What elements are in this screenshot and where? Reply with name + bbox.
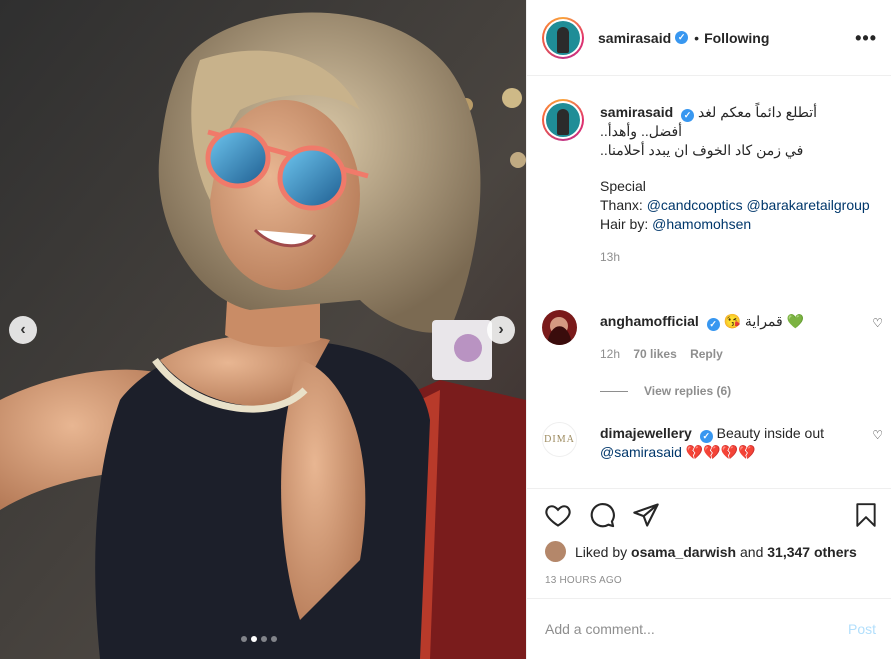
like-comment-heart-icon[interactable]: ♡ bbox=[872, 428, 883, 442]
caption-line: Hair by: bbox=[600, 216, 649, 232]
liker-avatar[interactable] bbox=[545, 541, 566, 562]
chevron-right-icon: › bbox=[498, 321, 504, 338]
author-avatar[interactable] bbox=[542, 16, 584, 59]
author-username[interactable]: samirasaid bbox=[598, 30, 671, 46]
carousel-dot-active bbox=[251, 636, 257, 642]
kiss-emoji-icon: 😘 bbox=[723, 313, 742, 329]
view-replies-label: View replies (6) bbox=[644, 384, 732, 398]
caption-line: في زمن كاد الخوف ان يبدد أحلامنا.. bbox=[600, 142, 804, 158]
post-timestamp[interactable]: 13 HOURS AGO bbox=[545, 575, 622, 586]
comment: DIMA dimajewellery ✓ Beauty inside out @… bbox=[542, 422, 887, 488]
post-header: samirasaid ✓ • Following ••• bbox=[527, 0, 891, 76]
mention-link[interactable]: @candcooptics bbox=[647, 197, 743, 213]
comment-username[interactable]: dimajewellery bbox=[600, 425, 692, 441]
separator-bullet: • bbox=[694, 29, 700, 46]
following-button[interactable]: Following bbox=[704, 30, 769, 46]
comment-likes[interactable]: 70 likes bbox=[633, 347, 676, 361]
next-slide-button[interactable]: › bbox=[487, 316, 515, 344]
caption-time[interactable]: 13h bbox=[600, 248, 880, 267]
verified-badge-icon: ✓ bbox=[681, 109, 695, 122]
post-panel: samirasaid ✓ • Following ••• samirasaid … bbox=[526, 0, 891, 659]
view-replies-button[interactable]: View replies (6) bbox=[600, 384, 731, 398]
broken-heart-emoji-icon: 💔💔💔💔 bbox=[685, 444, 756, 460]
caption-username[interactable]: samirasaid bbox=[600, 104, 673, 120]
post-actions: Liked by osama_darwish and 31,347 others… bbox=[527, 488, 891, 598]
share-paper-plane-icon[interactable] bbox=[632, 501, 660, 529]
mention-link[interactable]: @barakaretailgroup bbox=[747, 197, 870, 213]
green-heart-emoji-icon: 💚 bbox=[786, 313, 805, 329]
verified-badge-icon: ✓ bbox=[706, 318, 720, 331]
like-heart-icon[interactable] bbox=[544, 501, 572, 529]
comments-list[interactable]: samirasaid ✓ أتطلع دائماً معكم لغد أفضل.… bbox=[527, 77, 891, 488]
comment-input[interactable] bbox=[545, 621, 848, 637]
liked-by: Liked by osama_darwish and 31,347 others bbox=[545, 541, 857, 562]
carousel-dot bbox=[241, 636, 247, 642]
mention-link[interactable]: @hamomohsen bbox=[652, 216, 751, 232]
post-comment-button[interactable]: Post bbox=[848, 621, 876, 637]
liked-by-conj: and bbox=[740, 543, 764, 560]
verified-badge-icon: ✓ bbox=[675, 31, 689, 44]
carousel-dot bbox=[261, 636, 267, 642]
comment-text: Beauty inside out bbox=[716, 425, 825, 441]
save-bookmark-icon[interactable] bbox=[853, 501, 879, 529]
comment-time[interactable]: 12h bbox=[600, 347, 620, 361]
caption-line: أتطلع دائماً معكم لغد bbox=[697, 104, 818, 120]
likes-others-count[interactable]: 31,347 others bbox=[767, 544, 857, 560]
caption-line: Thanx: bbox=[600, 197, 643, 213]
post-media[interactable]: ‹ › bbox=[0, 0, 526, 659]
commenter-avatar[interactable]: DIMA bbox=[542, 422, 577, 457]
comment-text: قمراية bbox=[744, 313, 783, 329]
comment-username[interactable]: anghamofficial bbox=[600, 313, 699, 329]
replies-divider-line bbox=[600, 390, 628, 392]
caption-line: أفضل.. وأهدأ.. bbox=[600, 123, 683, 139]
comment: anghamofficial ✓ 😘 قمراية 💚 ♡ 12h 70 lik… bbox=[542, 310, 887, 400]
more-options-icon[interactable]: ••• bbox=[855, 28, 877, 49]
comment-bubble-icon[interactable] bbox=[588, 501, 616, 529]
reply-button[interactable]: Reply bbox=[690, 347, 723, 361]
chevron-left-icon: ‹ bbox=[20, 321, 26, 338]
caption-author-avatar[interactable] bbox=[542, 99, 584, 141]
carousel-indicator bbox=[241, 636, 277, 642]
commenter-avatar[interactable] bbox=[542, 310, 577, 345]
caption-line: Special bbox=[600, 178, 646, 194]
carousel-dot bbox=[271, 636, 277, 642]
post-photo bbox=[0, 0, 526, 659]
liked-by-prefix: Liked by bbox=[575, 543, 628, 560]
like-comment-heart-icon[interactable]: ♡ bbox=[872, 316, 883, 330]
dima-logo: DIMA bbox=[544, 434, 575, 445]
liker-username[interactable]: osama_darwish bbox=[631, 544, 736, 560]
verified-badge-icon: ✓ bbox=[699, 430, 713, 443]
add-comment-bar: Post bbox=[527, 598, 891, 659]
previous-slide-button[interactable]: ‹ bbox=[9, 316, 37, 344]
mention-link[interactable]: @samirasaid bbox=[600, 444, 682, 460]
